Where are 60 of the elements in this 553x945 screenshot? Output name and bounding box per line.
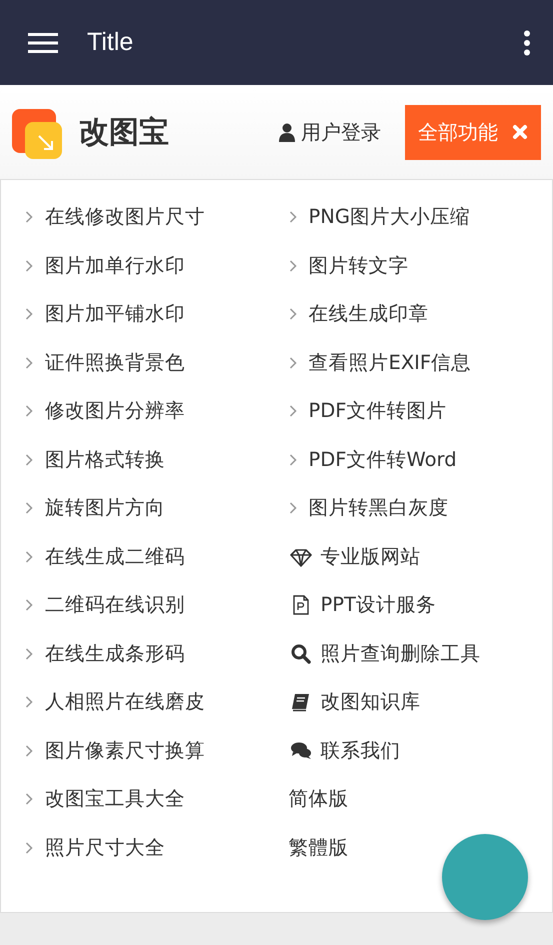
menu-item[interactable]: 旋转图片方向 bbox=[25, 495, 288, 544]
menu-item[interactable]: 图片加平铺水印 bbox=[25, 301, 288, 350]
menu-item[interactable]: 图片转黑白灰度 bbox=[288, 495, 552, 544]
menu-item[interactable]: 在线修改图片尺寸 bbox=[25, 204, 288, 252]
menu-item[interactable]: 在线生成印章 bbox=[288, 301, 552, 350]
menu-item[interactable]: 修改图片分辨率 bbox=[25, 398, 288, 446]
chevron-icon bbox=[25, 695, 33, 709]
chevron-icon bbox=[25, 501, 33, 515]
menu-item[interactable]: 照片尺寸大全 bbox=[25, 834, 288, 883]
menu-item[interactable]: PPT设计服务 bbox=[288, 592, 552, 640]
menu-item[interactable]: 改图宝工具大全 bbox=[25, 786, 288, 834]
search-icon bbox=[290, 642, 312, 664]
chevron-icon bbox=[25, 550, 33, 564]
chevron-icon bbox=[25, 840, 33, 854]
chat-icon bbox=[290, 740, 312, 762]
chevron-icon bbox=[25, 210, 33, 224]
menu-item[interactable]: 人相照片在线磨皮 bbox=[25, 689, 288, 738]
chevron-icon bbox=[288, 452, 296, 466]
chevron-icon bbox=[25, 404, 33, 418]
chevron-icon bbox=[288, 404, 296, 418]
chevron-icon bbox=[25, 258, 33, 272]
chevron-icon bbox=[288, 356, 296, 370]
menu-item[interactable]: 图片转文字 bbox=[288, 252, 552, 301]
menu-item[interactable]: 改图知识库 bbox=[288, 689, 552, 738]
user-icon bbox=[279, 122, 295, 142]
chevron-icon bbox=[288, 501, 296, 515]
menu-item[interactable]: 专业版网站 bbox=[288, 544, 552, 592]
menu-item[interactable]: 图片格式转换 bbox=[25, 446, 288, 495]
menu-item[interactable]: 繁體版 bbox=[288, 834, 552, 883]
menu-icon[interactable] bbox=[28, 32, 58, 54]
menu-item[interactable]: 证件照换背景色 bbox=[25, 350, 288, 398]
chevron-icon bbox=[288, 258, 296, 272]
chevron-icon bbox=[25, 307, 33, 321]
menu-item[interactable]: 二维码在线识别 bbox=[25, 592, 288, 640]
menu-item[interactable]: PNG图片大小压缩 bbox=[288, 204, 552, 252]
more-icon[interactable] bbox=[523, 30, 531, 56]
chevron-icon bbox=[25, 744, 33, 758]
menu-item[interactable]: PDF文件转图片 bbox=[288, 398, 552, 446]
brand-name: 改图宝 bbox=[79, 114, 170, 152]
close-icon bbox=[512, 124, 528, 140]
menu-item[interactable]: 照片查询删除工具 bbox=[288, 640, 552, 689]
menu-item[interactable]: 简体版 bbox=[288, 786, 552, 834]
menu-item[interactable]: 在线生成条形码 bbox=[25, 640, 288, 689]
chevron-icon bbox=[25, 598, 33, 612]
login-link[interactable]: 用户登录 bbox=[279, 118, 381, 146]
menu-item[interactable]: 图片像素尺寸换算 bbox=[25, 738, 288, 786]
chevron-icon bbox=[288, 307, 296, 321]
menu-item[interactable]: 联系我们 bbox=[288, 738, 552, 786]
chevron-icon bbox=[25, 452, 33, 466]
menu-item[interactable]: 在线生成二维码 bbox=[25, 544, 288, 592]
menu-item[interactable]: 查看照片EXIF信息 bbox=[288, 350, 552, 398]
chevron-icon bbox=[25, 792, 33, 806]
book-icon bbox=[290, 691, 312, 713]
chevron-icon bbox=[25, 356, 33, 370]
logo-icon bbox=[12, 109, 62, 159]
app-title: Title bbox=[87, 28, 134, 57]
menu-item[interactable]: PDF文件转Word bbox=[288, 446, 552, 495]
menu-item[interactable]: 图片加单行水印 bbox=[25, 252, 288, 301]
chevron-icon bbox=[25, 646, 33, 660]
chevron-icon bbox=[288, 210, 296, 224]
